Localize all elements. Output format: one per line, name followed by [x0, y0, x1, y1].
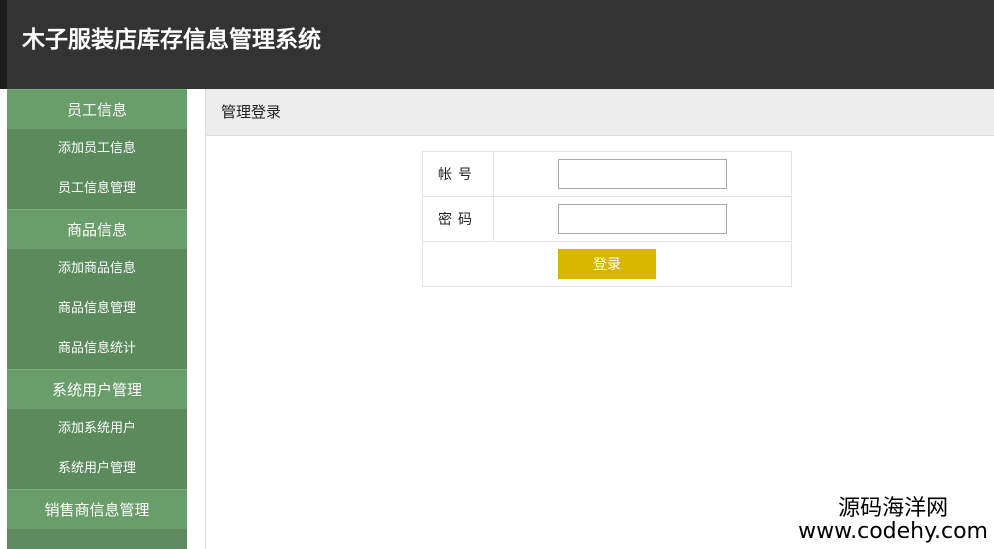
watermark-site-name: 源码海洋网 [838, 495, 949, 521]
sidebar-group-employee[interactable]: 员工信息 [7, 89, 187, 129]
account-label: 帐号 [422, 151, 494, 197]
header-bar: 木子服装店库存信息管理系统 [0, 0, 994, 89]
app-title: 木子服装店库存信息管理系统 [22, 27, 321, 53]
sidebar-group-system-users[interactable]: 系统用户管理 [7, 369, 187, 409]
login-button[interactable]: 登录 [558, 249, 656, 279]
breadcrumb-label: 管理登录 [221, 103, 282, 121]
password-label: 密码 [422, 196, 494, 242]
sidebar-group-distributor[interactable]: 销售商信息管理 [7, 489, 187, 529]
sidebar-item-product-stats[interactable]: 商品信息统计 [7, 329, 187, 369]
password-input[interactable] [558, 204, 727, 234]
sidebar-item-add-employee[interactable]: 添加员工信息 [7, 129, 187, 169]
sidebar-item-manage-product[interactable]: 商品信息管理 [7, 289, 187, 329]
account-input[interactable] [558, 159, 727, 189]
sidebar-item-manage-employee[interactable]: 员工信息管理 [7, 169, 187, 209]
breadcrumb: 管理登录 [206, 89, 994, 136]
sidebar-item-add-product[interactable]: 添加商品信息 [7, 249, 187, 289]
main-content: 管理登录 帐号 密码 登录 [205, 89, 994, 549]
login-form: 帐号 密码 登录 [422, 151, 792, 287]
sidebar: 员工信息 添加员工信息 员工信息管理 商品信息 添加商品信息 商品信息管理 商品… [7, 89, 187, 549]
watermark: 源码海洋网 www.codehy.com [798, 497, 988, 543]
watermark-url: www.codehy.com [798, 518, 988, 544]
sidebar-item-add-system-user[interactable]: 添加系统用户 [7, 409, 187, 449]
sidebar-group-product[interactable]: 商品信息 [7, 209, 187, 249]
sidebar-item-manage-system-user[interactable]: 系统用户管理 [7, 449, 187, 489]
